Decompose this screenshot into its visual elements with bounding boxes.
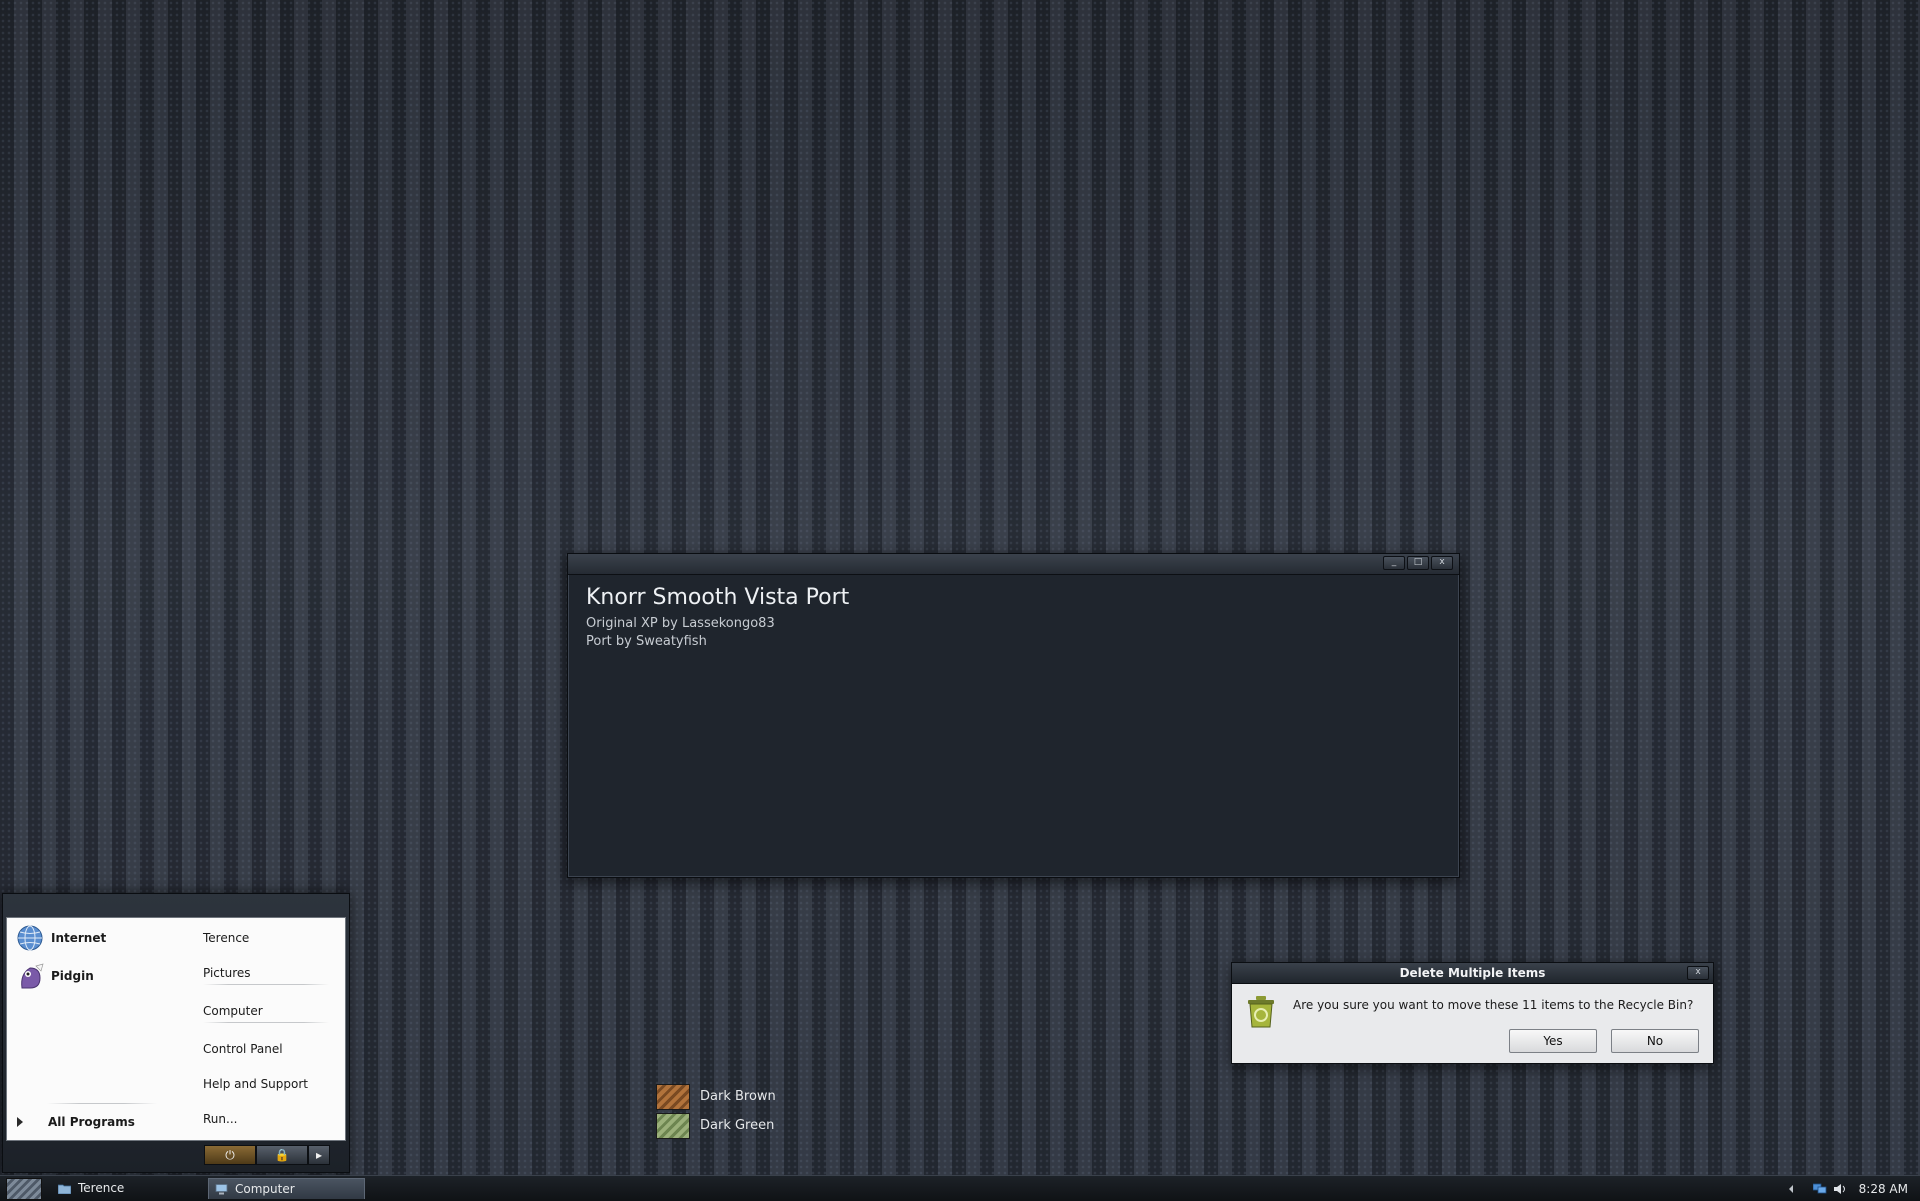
lock-button[interactable]: 🔒 bbox=[256, 1145, 308, 1165]
main-window: _ □ x Knorr Smooth Vista Port Original X… bbox=[567, 553, 1460, 878]
delete-multiple-items-dialog: Delete Multiple Items x Are you sure you… bbox=[1231, 962, 1714, 1064]
theme-title: Knorr Smooth Vista Port bbox=[586, 585, 850, 610]
show-hidden-icons-icon[interactable] bbox=[1788, 1184, 1793, 1193]
theme-credit-port: Port by Sweatyfish bbox=[586, 634, 707, 649]
variant-dark-green[interactable]: Dark Green bbox=[656, 1111, 776, 1140]
start-button[interactable] bbox=[6, 1178, 42, 1200]
taskbar-item-label: Terence bbox=[78, 1181, 125, 1195]
minimize-button[interactable]: _ bbox=[1383, 556, 1405, 570]
start-item-run[interactable]: Run... bbox=[203, 1112, 237, 1126]
taskbar-item-label: Computer bbox=[235, 1182, 295, 1196]
dialog-message: Are you sure you want to move these 11 i… bbox=[1293, 998, 1694, 1012]
maximize-button[interactable]: □ bbox=[1407, 556, 1429, 570]
network-icon[interactable] bbox=[1812, 1183, 1827, 1195]
pinned-internet[interactable]: Internet bbox=[16, 924, 106, 952]
all-programs-label: All Programs bbox=[48, 1115, 135, 1129]
color-variant-list: Dark Brown Dark Green bbox=[656, 1082, 776, 1140]
variant-label: Dark Green bbox=[700, 1118, 775, 1133]
yes-button[interactable]: Yes bbox=[1509, 1029, 1597, 1053]
volume-icon[interactable] bbox=[1833, 1183, 1847, 1195]
arrow-right-icon: ▸ bbox=[315, 1148, 323, 1162]
dialog-titlebar[interactable]: Delete Multiple Items x bbox=[1232, 963, 1713, 984]
taskbar-item-computer[interactable]: Computer bbox=[208, 1178, 365, 1199]
variant-label: Dark Brown bbox=[700, 1089, 776, 1104]
no-button[interactable]: No bbox=[1611, 1029, 1699, 1053]
start-item-computer[interactable]: Computer bbox=[203, 1004, 263, 1018]
dark-green-swatch-icon bbox=[656, 1112, 690, 1139]
taskbar: Terence Computer 8:28 AM bbox=[0, 1175, 1920, 1201]
internet-globe-icon bbox=[17, 925, 43, 951]
clock[interactable]: 8:28 AM bbox=[1859, 1182, 1908, 1196]
pinned-pidgin[interactable]: Pidgin bbox=[16, 962, 94, 990]
places-separator bbox=[203, 1022, 329, 1023]
all-programs-button[interactable]: All Programs bbox=[17, 1115, 135, 1129]
folder-icon bbox=[58, 1184, 71, 1194]
computer-icon bbox=[215, 1183, 228, 1194]
power-button[interactable]: ⏻ bbox=[204, 1145, 256, 1165]
start-menu: Internet Pidgin All Programs Terence Pic… bbox=[2, 893, 350, 1173]
variant-dark-brown[interactable]: Dark Brown bbox=[656, 1082, 776, 1111]
arrow-right-icon bbox=[17, 1117, 23, 1127]
system-tray: 8:28 AM bbox=[1788, 1176, 1920, 1201]
start-item-user[interactable]: Terence bbox=[203, 931, 249, 945]
theme-credit-original: Original XP by Lassekongo83 bbox=[586, 616, 775, 631]
power-controls: ⏻ 🔒 ▸ bbox=[204, 1145, 330, 1165]
start-menu-panel: Internet Pidgin All Programs Terence Pic… bbox=[6, 917, 346, 1141]
power-icon: ⏻ bbox=[225, 1148, 235, 1162]
dialog-close-button[interactable]: x bbox=[1687, 966, 1709, 980]
start-item-control-panel[interactable]: Control Panel bbox=[203, 1042, 283, 1056]
dialog-title: Delete Multiple Items bbox=[1399, 966, 1546, 980]
pinned-label: Internet bbox=[51, 931, 107, 945]
power-options-button[interactable]: ▸ bbox=[308, 1145, 330, 1165]
start-item-pictures[interactable]: Pictures bbox=[203, 966, 251, 980]
recycle-bin-icon bbox=[1248, 996, 1274, 1028]
dark-brown-swatch-icon bbox=[656, 1083, 690, 1110]
start-item-help-support[interactable]: Help and Support bbox=[203, 1077, 308, 1091]
pinned-label: Pidgin bbox=[51, 969, 94, 983]
left-separator bbox=[47, 1103, 157, 1104]
main-window-titlebar[interactable]: _ □ x bbox=[568, 554, 1459, 575]
lock-icon: 🔒 bbox=[274, 1148, 290, 1162]
places-separator bbox=[203, 984, 329, 985]
close-button[interactable]: x bbox=[1431, 556, 1453, 570]
pidgin-icon bbox=[21, 963, 44, 989]
taskbar-item-terence[interactable]: Terence bbox=[52, 1178, 204, 1198]
